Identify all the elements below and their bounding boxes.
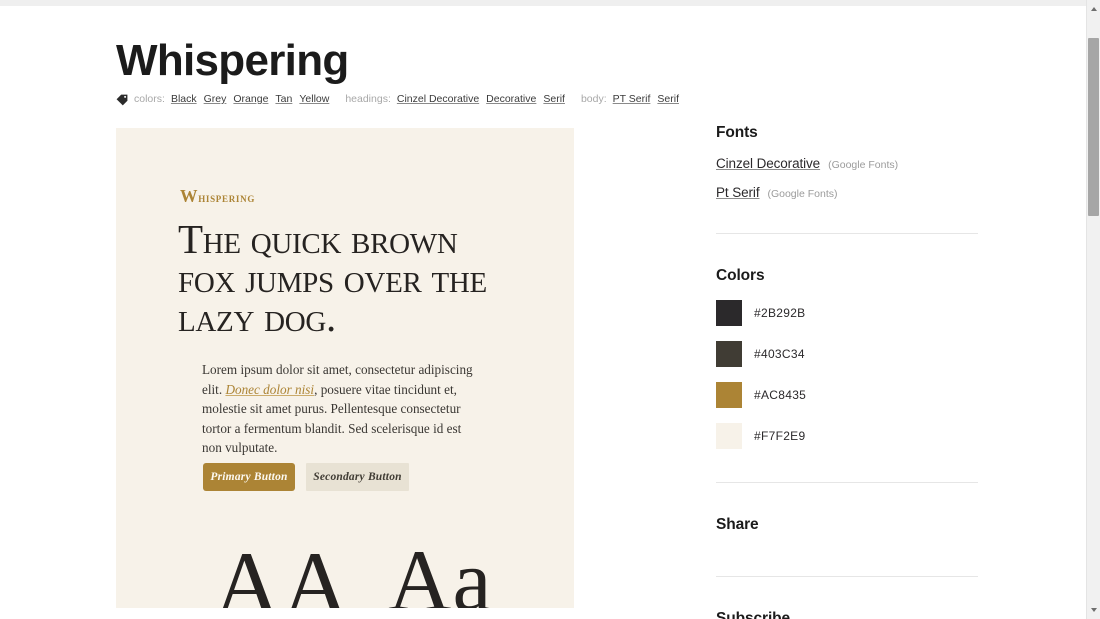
page-title: Whispering [116,36,349,85]
meta-link-headings-2[interactable]: Serif [543,92,565,106]
sidebar-section-colors: Colors #2B292B #403C34 #AC8435 #F7F2E9 [716,267,978,449]
sidebar-section-share: Share [716,516,978,534]
color-swatch [716,341,742,367]
scroll-down-arrow-icon[interactable] [1087,603,1100,617]
secondary-button[interactable]: Secondary Button [306,463,409,491]
meta-link-colors-3[interactable]: Tan [275,92,292,106]
specimen-display-font: AA [214,533,351,608]
meta-link-colors-1[interactable]: Grey [204,92,227,106]
font-row: Cinzel Decorative (Google Fonts) [716,156,978,171]
font-link-cinzel-decorative[interactable]: Cinzel Decorative [716,156,820,171]
font-row: Pt Serif (Google Fonts) [716,185,978,200]
color-row[interactable]: #2B292B [716,300,978,326]
meta-link-colors-2[interactable]: Orange [233,92,268,106]
meta-link-headings-1[interactable]: Decorative [486,92,536,106]
meta-link-headings-0[interactable]: Cinzel Decorative [397,92,479,106]
subscribe-title: Subscribe [716,610,791,619]
divider-colors-share [716,482,978,483]
color-swatch [716,300,742,326]
meta-link-body-1[interactable]: Serif [657,92,679,106]
colors-title: Colors [716,267,765,284]
meta-label-body: body: [580,93,607,105]
tag-icon [116,94,128,106]
preview-card[interactable]: Whispering The quick brown fox jumps ove… [116,128,574,608]
meta-label-colors: colors: [134,93,165,105]
preview-logo-rest: hispering [198,190,256,205]
meta-group-colors: colors: Black Grey Orange Tan Yellow [134,92,329,106]
scroll-up-arrow-icon[interactable] [1087,2,1100,16]
sidebar: Fonts Cinzel Decorative (Google Fonts) P… [716,124,978,619]
sidebar-section-subscribe: Subscribe Join 10,000+ designers, get yo… [716,610,978,619]
browser-viewport: Whispering colors: Black Grey Orange Tan… [0,0,1086,619]
font-source-0: (Google Fonts) [828,159,899,171]
color-row[interactable]: #F7F2E9 [716,423,978,449]
divider-fonts-colors [716,233,978,234]
preview-body: Lorem ipsum dolor sit amet, consectetur … [202,360,480,458]
meta-row: colors: Black Grey Orange Tan Yellow hea… [116,92,695,106]
fonts-title: Fonts [716,124,758,141]
color-hex-0: #2B292B [754,306,806,320]
vertical-scrollbar[interactable] [1086,0,1100,619]
color-swatch [716,423,742,449]
sidebar-section-fonts: Fonts Cinzel Decorative (Google Fonts) P… [716,124,978,200]
scrollbar-thumb[interactable] [1088,38,1099,216]
preview-body-link[interactable]: Donec dolor nisi [225,382,314,397]
color-hex-2: #AC8435 [754,388,807,402]
preview-headline: The quick brown fox jumps over the lazy … [178,216,487,340]
font-source-1: (Google Fonts) [767,188,838,200]
page-header: Whispering [116,36,676,86]
color-row[interactable]: #AC8435 [716,382,978,408]
preview-buttons: Primary Button Secondary Button [203,463,409,491]
primary-button[interactable]: Primary Button [203,463,295,491]
color-hex-1: #403C34 [754,347,805,361]
preview-logo: Whispering [180,186,255,207]
divider-share-subscribe [716,576,978,577]
meta-group-body: body: PT Serif Serif [581,92,679,106]
meta-link-body-0[interactable]: PT Serif [613,92,651,106]
meta-link-colors-4[interactable]: Yellow [299,92,329,106]
color-swatch [716,382,742,408]
meta-group-headings: headings: Cinzel Decorative Decorative S… [345,92,565,106]
color-hex-3: #F7F2E9 [754,429,806,443]
meta-label-headings: headings: [345,93,391,105]
meta-link-colors-0[interactable]: Black [171,92,197,106]
specimen-body-font: Aa [388,533,493,609]
font-link-pt-serif[interactable]: Pt Serif [716,185,760,200]
page-content: Whispering colors: Black Grey Orange Tan… [0,6,1086,619]
preview-logo-initial: W [180,186,199,206]
font-specimens: AA Aa [116,533,574,609]
share-title: Share [716,516,759,533]
color-row[interactable]: #403C34 [716,341,978,367]
